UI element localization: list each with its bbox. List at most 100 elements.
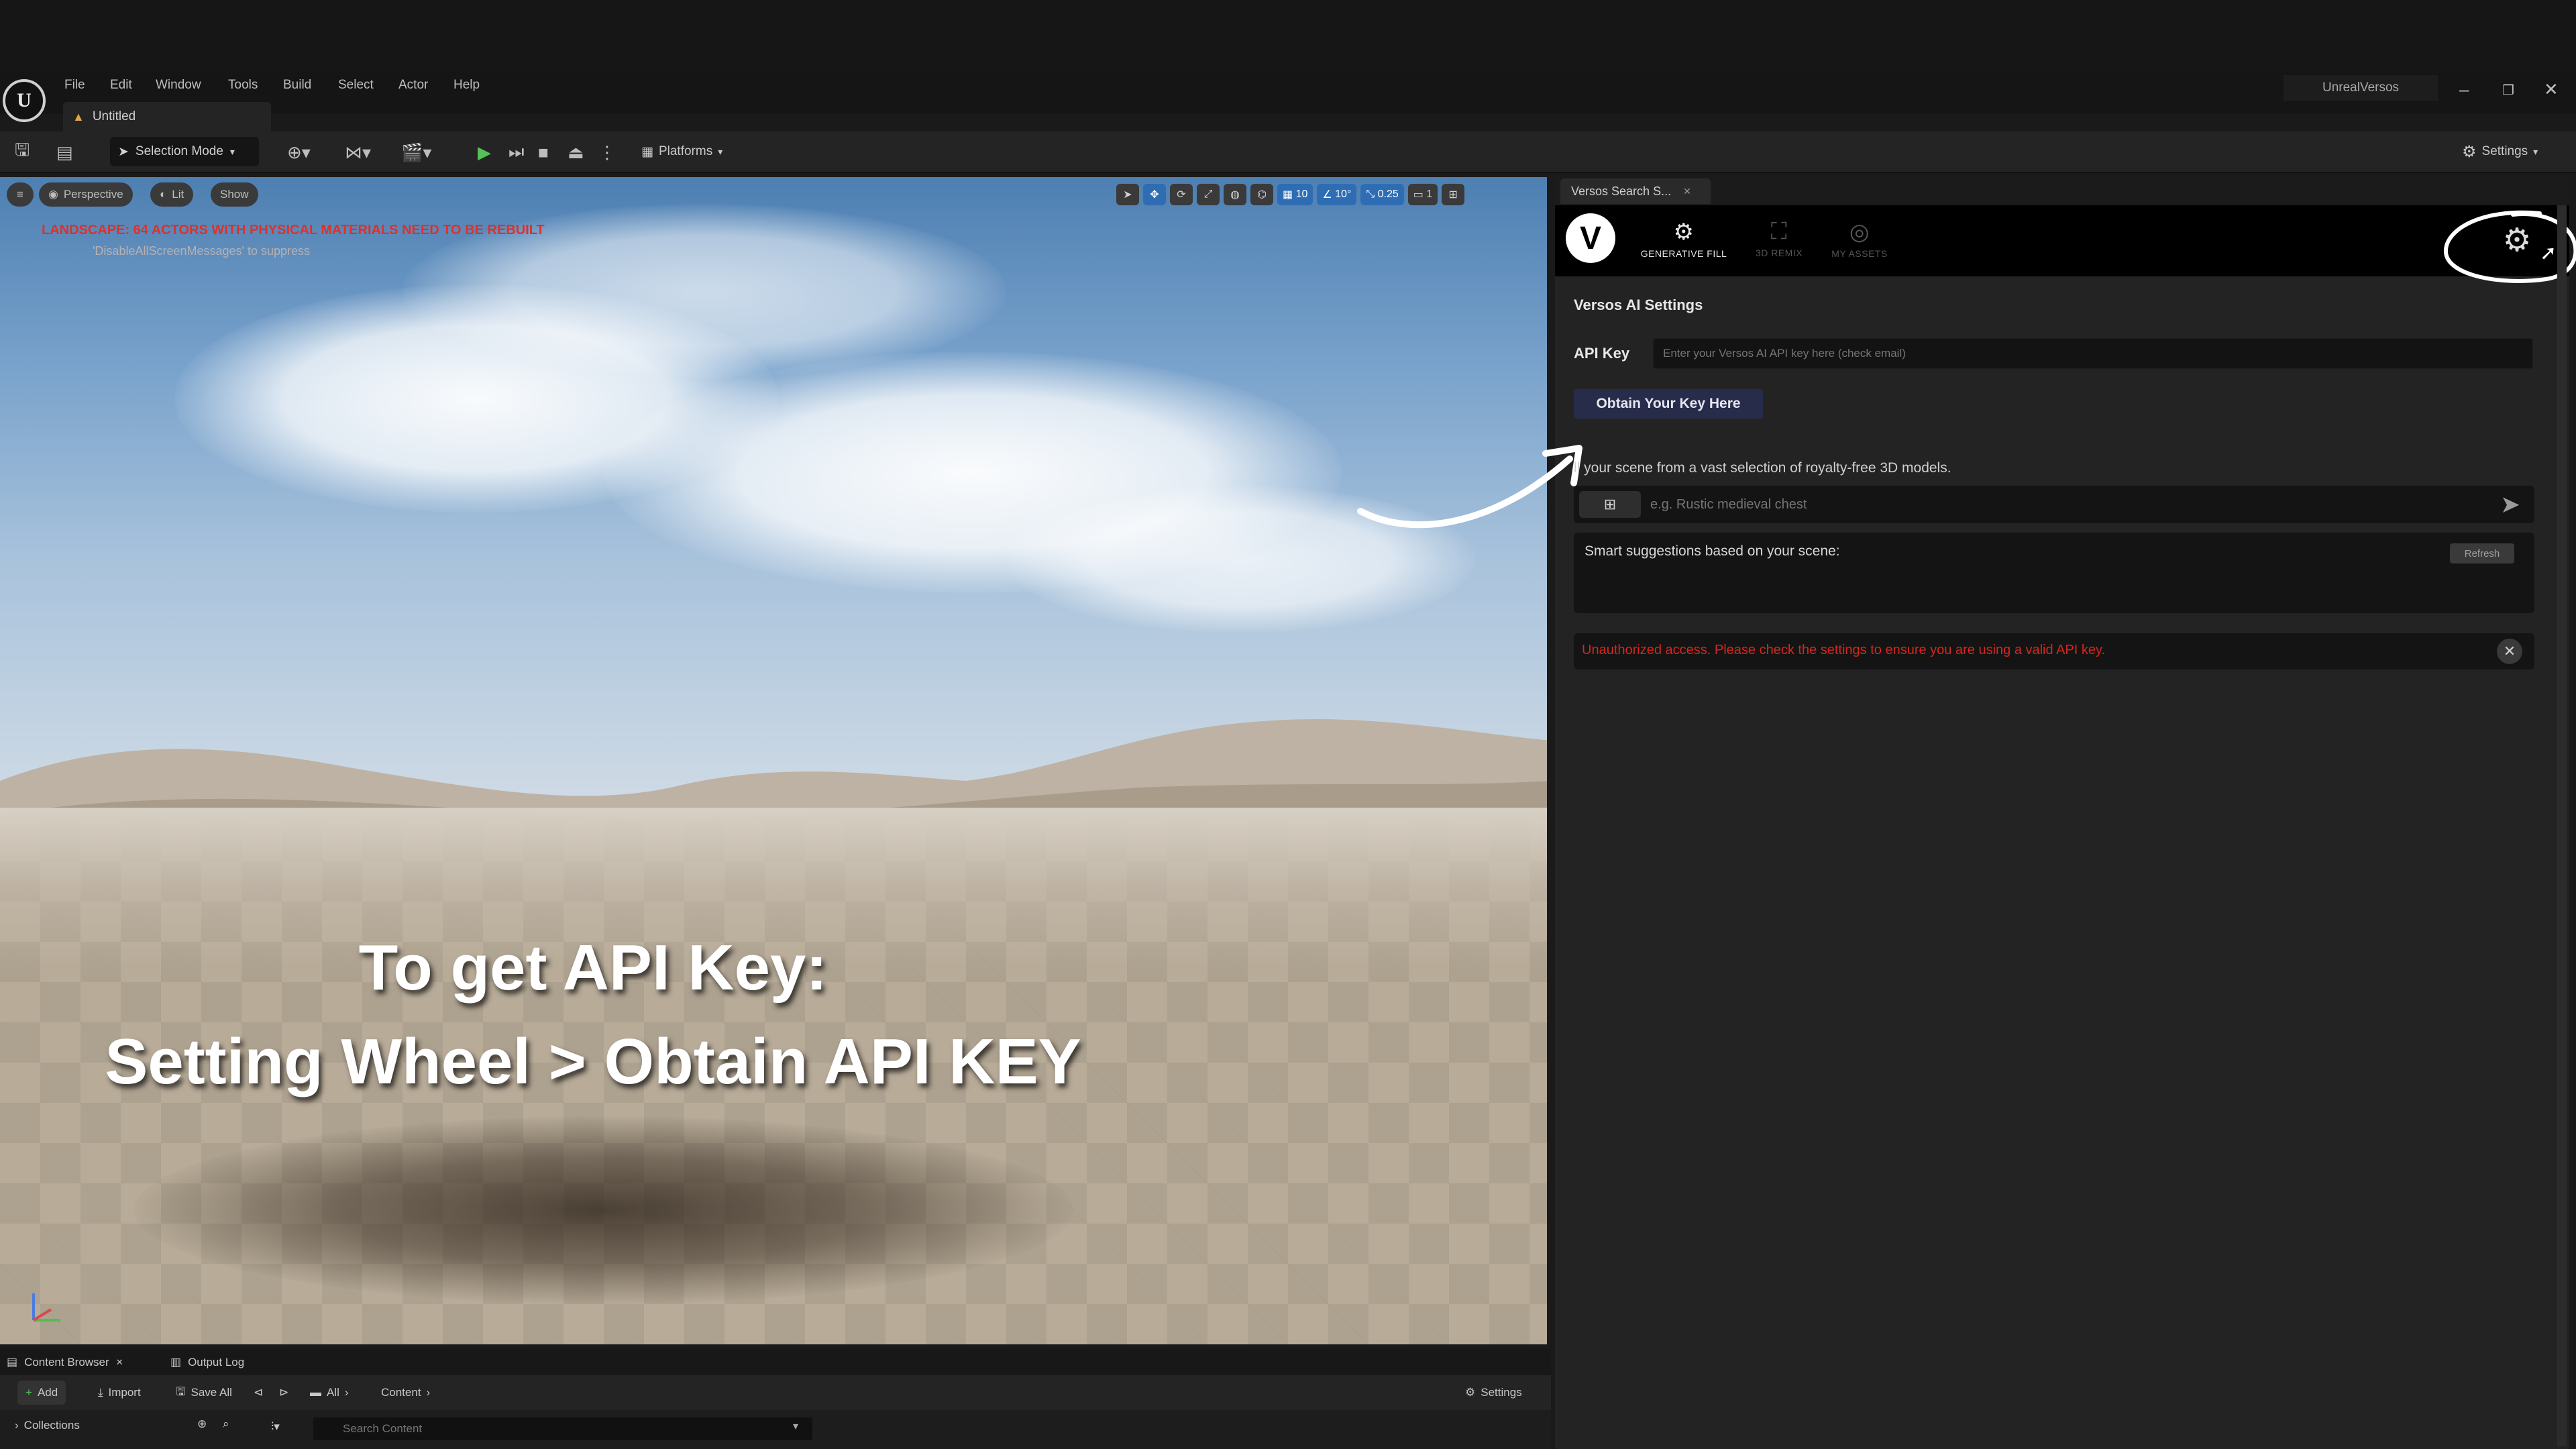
obtain-key-button[interactable]: Obtain Your Key Here (1574, 389, 1763, 419)
filter-icon[interactable]: ⫶▾ (268, 1417, 282, 1437)
platforms-dropdown[interactable]: ▦ Platforms ▾ (641, 137, 749, 166)
viewport-warning-subtext: 'DisableAllScreenMessages' to suppress (93, 244, 311, 258)
rotate-tool-icon[interactable]: ⟳ (1170, 184, 1193, 205)
select-tool-icon[interactable]: ➤ (1116, 184, 1139, 205)
content-browser-icon: ▤ (7, 1356, 18, 1368)
show-label: Show (220, 188, 249, 201)
add-collection-icon[interactable]: ⊕ (195, 1414, 209, 1434)
chevron-right-icon: › (344, 1386, 349, 1399)
save-all-icon: 🖫 (176, 1385, 186, 1398)
save-all-label: Save All (191, 1386, 232, 1399)
instruction-overlay-line-2: Setting Wheel > Obtain API KEY (105, 1026, 1081, 1097)
attach-image-button[interactable]: ⊞ (1579, 491, 1641, 518)
prompt-input[interactable] (1650, 491, 2482, 518)
menu-actor[interactable]: Actor (398, 78, 428, 93)
chevron-down-icon: ▾ (229, 146, 235, 157)
unreal-logo-icon[interactable]: U (3, 79, 46, 122)
grid-snap-toggle[interactable]: ▦ 10 (1277, 184, 1313, 205)
chevron-right-icon: › (15, 1419, 19, 1432)
api-key-input[interactable] (1653, 338, 2533, 369)
play-icon[interactable]: ▶ (478, 140, 491, 165)
gear-icon: ⚙ (2462, 142, 2477, 161)
refresh-button[interactable]: Refresh (2450, 543, 2514, 564)
output-log-tab[interactable]: ▥ Output Log (170, 1352, 244, 1373)
breadcrumb-content[interactable]: Content › (373, 1381, 438, 1405)
collections-toggle[interactable]: › Collections (7, 1415, 88, 1436)
mouse-cursor-icon: ➚ (2540, 242, 2557, 264)
import-button[interactable]: ⤓ Import (90, 1381, 149, 1405)
close-tab-icon[interactable]: ✕ (1683, 186, 1691, 197)
content-drawer-icon[interactable]: ▤ (56, 140, 73, 165)
breadcrumb-content-label: Content (381, 1386, 421, 1399)
lit-button[interactable]: ◐ Lit (150, 182, 194, 207)
surface-snap-icon[interactable]: ⌬ (1250, 184, 1273, 205)
add-button[interactable]: + Add (17, 1381, 66, 1405)
lit-label: Lit (172, 188, 184, 201)
platforms-label: Platforms (658, 144, 713, 158)
remix-icon: ⛶ (1770, 219, 1788, 244)
more-options-icon[interactable]: ⋮ (598, 140, 616, 165)
content-search-input[interactable] (313, 1417, 813, 1441)
import-icon: ⤓ (98, 1386, 103, 1399)
camera-speed-button[interactable]: ▭ 1 (1407, 184, 1438, 205)
cinematics-icon[interactable]: 🎬▾ (401, 140, 431, 165)
close-tab-icon[interactable]: ✕ (116, 1357, 123, 1368)
menu-help[interactable]: Help (453, 78, 480, 93)
history-back-icon[interactable]: ⊲ (251, 1381, 266, 1405)
menu-select[interactable]: Select (338, 78, 374, 93)
menu-file[interactable]: File (64, 78, 85, 93)
step-icon[interactable]: ⏭ (508, 140, 524, 165)
add-actor-icon[interactable]: ⊕▾ (287, 140, 311, 165)
perspective-label: Perspective (63, 188, 123, 201)
scale-snap-toggle[interactable]: ⤡ 0.25 (1360, 184, 1404, 205)
tab-my-assets[interactable]: ◎ MY ASSETS (1806, 219, 1913, 259)
save-all-button[interactable]: 🖫 Save All (168, 1381, 240, 1405)
restore-icon[interactable]: ❐ (2502, 82, 2514, 99)
search-collections-icon[interactable]: ⌕ (220, 1414, 232, 1434)
maximize-viewport-icon[interactable]: ⊞ (1442, 184, 1465, 205)
close-window-icon[interactable]: ✕ (2544, 79, 2559, 100)
chevron-right-icon: › (426, 1386, 431, 1399)
scale-tool-icon[interactable]: ⤢ (1197, 184, 1220, 205)
save-icon[interactable]: 🖫 (15, 140, 30, 165)
stop-icon[interactable]: ■ (538, 140, 549, 165)
versos-search-tab[interactable]: Versos Search S... ✕ (1560, 178, 1711, 204)
generative-fill-icon: ⚙ (1673, 219, 1695, 245)
rotate-snap-value: 10° (1335, 189, 1352, 200)
project-name: UnrealVersos (2284, 75, 2438, 101)
menu-edit[interactable]: Edit (110, 78, 132, 93)
toolbar-settings-button[interactable]: ⚙ Settings ▾ (2462, 137, 2563, 166)
menu-tools[interactable]: Tools (228, 78, 258, 93)
folder-icon: ▬ (310, 1386, 321, 1399)
panel-scrollbar[interactable] (2557, 205, 2567, 1446)
level-viewport[interactable] (0, 177, 1551, 1344)
send-icon[interactable]: ➤ (2496, 490, 2525, 519)
world-space-icon[interactable]: ◍ (1224, 184, 1246, 205)
content-browser-tab[interactable]: ▤ Content Browser ✕ (7, 1352, 123, 1373)
tab-generative-fill[interactable]: ⚙ GENERATIVE FILL (1630, 219, 1737, 259)
chevron-down-icon[interactable]: ▾ (793, 1419, 798, 1433)
dismiss-error-icon[interactable]: ✕ (2497, 639, 2522, 664)
rotate-snap-toggle[interactable]: ∠ 10° (1317, 184, 1357, 205)
tab-my-assets-label: MY ASSETS (1831, 248, 1888, 259)
breadcrumb-all[interactable]: ▬ All › (302, 1381, 357, 1405)
perspective-button[interactable]: ◉ Perspective (39, 182, 133, 207)
eject-icon[interactable]: ⏏ (568, 140, 584, 165)
content-browser-settings-button[interactable]: ⚙ Settings (1457, 1381, 1530, 1405)
menu-window[interactable]: Window (156, 78, 201, 93)
gear-icon: ⚙ (1465, 1386, 1476, 1399)
menu-build[interactable]: Build (283, 78, 311, 93)
my-assets-icon: ◎ (1849, 219, 1870, 245)
main-toolbar (0, 131, 2576, 173)
blueprint-icon[interactable]: ⋈▾ (345, 140, 371, 165)
level-tab[interactable]: ▲ Untitled (63, 102, 271, 131)
chevron-down-icon: ▾ (718, 146, 723, 157)
viewport-menu-icon[interactable]: ≡ (7, 182, 34, 207)
show-button[interactable]: Show (211, 182, 258, 207)
minimize-icon[interactable]: – (2459, 79, 2469, 100)
history-forward-icon[interactable]: ⊳ (276, 1381, 291, 1405)
grid-snap-value: 10 (1295, 189, 1308, 200)
import-button-label: Import (108, 1386, 141, 1399)
translate-tool-icon[interactable]: ✥ (1143, 184, 1166, 205)
selection-mode-dropdown[interactable]: ➤ Selection Mode ▾ (110, 137, 259, 166)
